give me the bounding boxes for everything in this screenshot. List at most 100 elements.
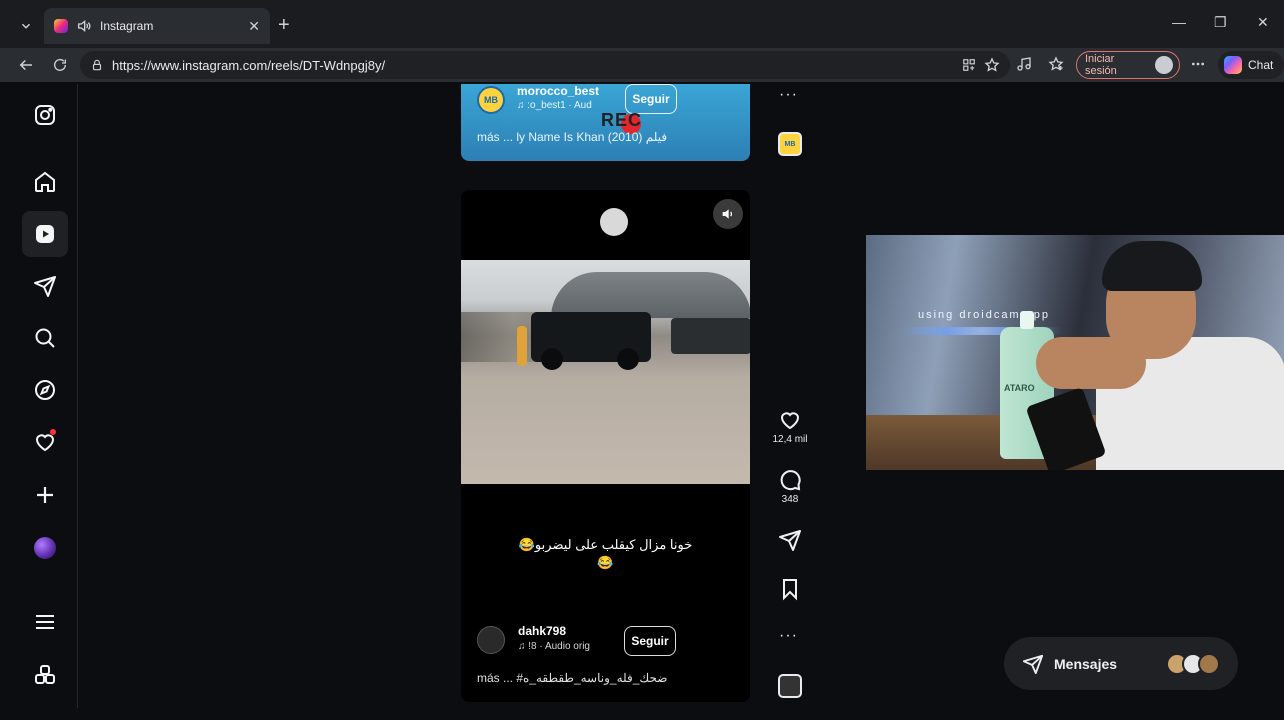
- bottle-pump: [1020, 311, 1034, 329]
- reload-button[interactable]: [48, 54, 72, 76]
- sidebar-item-messages[interactable]: [22, 263, 68, 309]
- reading-view-icon[interactable]: [1016, 56, 1032, 76]
- tab-close-icon[interactable]: ✕: [248, 18, 260, 35]
- plus-icon: [37, 487, 53, 503]
- bottle-label: ATARO: [1004, 383, 1035, 393]
- reel-description[interactable]: más ... #ضحك_فله_وناسه_طقطقه_ه: [477, 671, 737, 685]
- settings-more-icon[interactable]: [1190, 56, 1206, 76]
- app-available-icon[interactable]: [962, 58, 976, 72]
- restore-button[interactable]: ❐: [1214, 14, 1227, 31]
- caption-line-1: خونا مزال كيقلب على ليضربو😂: [518, 537, 693, 552]
- chat-label: Chat: [1248, 58, 1274, 72]
- browser-tab-bar: Instagram ✕ + — ❐ ✕: [0, 0, 1284, 48]
- new-tab-button[interactable]: +: [278, 14, 290, 37]
- send-icon: [779, 530, 801, 551]
- instagram-sidebar: [12, 84, 78, 708]
- back-button[interactable]: [14, 54, 38, 76]
- reel-watermark-logo: [600, 208, 628, 236]
- reel-username[interactable]: dahk798: [518, 624, 566, 638]
- streamer-hand: [1036, 337, 1146, 389]
- notification-dot: [50, 429, 56, 435]
- reel-more-button[interactable]: ···: [779, 627, 798, 645]
- profile-avatar: [34, 537, 56, 559]
- video-trailer: [671, 318, 750, 354]
- profile-avatar-icon: [1155, 56, 1173, 74]
- prev-reel-audio-thumb[interactable]: MB: [778, 132, 802, 156]
- sidebar-item-more[interactable]: [22, 599, 68, 645]
- copilot-icon: [1224, 56, 1242, 74]
- prev-reel-more-button[interactable]: ···: [779, 86, 798, 104]
- search-icon: [35, 328, 55, 348]
- like-count: 12,4 mil: [772, 434, 808, 445]
- chevron-down-icon: [21, 23, 31, 29]
- home-icon: [35, 171, 55, 192]
- streamer: [1036, 241, 1284, 470]
- browser-toolbar: https://www.instagram.com/reels/DT-Wdnpg…: [0, 48, 1284, 82]
- bookmark-icon: [783, 579, 797, 601]
- messages-label: Mensajes: [1054, 655, 1118, 672]
- reel-audio-thumb[interactable]: [778, 674, 802, 698]
- prev-reel-avatar[interactable]: MB: [477, 86, 505, 114]
- arrow-left-icon: [19, 59, 32, 71]
- like-button[interactable]: 12,4 mil: [770, 408, 810, 445]
- messages-avatars: [1166, 652, 1220, 675]
- heart-icon: [780, 412, 800, 430]
- comment-icon: [780, 470, 801, 491]
- save-button[interactable]: [770, 577, 810, 601]
- sidebar-item-home[interactable]: [22, 159, 68, 205]
- comment-count: 348: [781, 494, 799, 505]
- favorites-icon[interactable]: [1048, 56, 1064, 76]
- sign-in-label: Iniciar sesión: [1085, 53, 1117, 77]
- url-text[interactable]: https://www.instagram.com/reels/DT-Wdnpg…: [112, 58, 954, 73]
- reels-icon: [36, 225, 54, 243]
- minimize-button[interactable]: —: [1172, 14, 1186, 30]
- current-reel[interactable]: خونا مزال كيقلب على ليضربو😂 😂 dahk798 ♫ …: [461, 190, 750, 702]
- sidebar-item-reels[interactable]: [22, 211, 68, 257]
- messages-button[interactable]: Mensajes: [1004, 637, 1238, 690]
- prev-reel-audio[interactable]: ♫ :o_best1 · Aud: [517, 100, 592, 111]
- speaker-icon: [722, 209, 733, 219]
- previous-reel[interactable]: MB morocco_best ♫ :o_best1 · Aud Seguir …: [461, 84, 750, 161]
- webcam-overlay: using droidcam.app ATARO: [866, 235, 1284, 470]
- sidebar-item-notifications[interactable]: [22, 419, 68, 465]
- send-icon: [34, 276, 56, 297]
- star-icon[interactable]: [984, 57, 1000, 73]
- reel-audio[interactable]: ♫ !8 · Audio orig: [518, 641, 590, 652]
- send-icon: [1022, 654, 1044, 674]
- menu-icon: [36, 615, 54, 629]
- address-bar[interactable]: https://www.instagram.com/reels/DT-Wdnpg…: [80, 51, 1010, 79]
- sign-in-button[interactable]: Iniciar sesión: [1076, 51, 1180, 79]
- reel-sound-button[interactable]: [713, 199, 743, 229]
- caption-line-2: 😂: [597, 555, 614, 570]
- sidebar-item-search[interactable]: [22, 315, 68, 361]
- reel-author-avatar[interactable]: [477, 626, 505, 654]
- reel-overlay-caption: خونا مزال كيقلب على ليضربو😂 😂: [461, 536, 750, 572]
- prev-reel-username[interactable]: morocco_best: [517, 84, 599, 98]
- led-strip: [866, 327, 1096, 335]
- video-person: [517, 326, 527, 366]
- close-window-button[interactable]: ✕: [1257, 14, 1269, 31]
- tab-title: Instagram: [100, 19, 154, 33]
- copilot-chat-button[interactable]: Chat: [1218, 51, 1284, 79]
- prev-reel-caption[interactable]: más ... ly Name Is Khan (2010) فيلم: [477, 130, 667, 144]
- prev-reel-rec-text: REC: [601, 110, 643, 130]
- sidebar-item-explore[interactable]: [22, 367, 68, 413]
- speaker-icon[interactable]: [76, 18, 92, 34]
- tab-list-dropdown[interactable]: [12, 14, 40, 38]
- reel-video[interactable]: [461, 260, 750, 484]
- sidebar-item-create[interactable]: [22, 472, 68, 518]
- browser-tab-instagram[interactable]: Instagram ✕: [44, 8, 270, 44]
- apps-icon: [35, 665, 55, 684]
- reel-follow-button[interactable]: Seguir: [624, 626, 676, 656]
- comment-button[interactable]: 348: [770, 468, 810, 505]
- compass-icon: [35, 380, 55, 400]
- message-avatar: [1198, 652, 1220, 675]
- sidebar-item-meta-apps[interactable]: [22, 652, 68, 698]
- instagram-favicon-icon: [54, 19, 68, 33]
- video-jeep: [531, 312, 651, 370]
- streamer-cap: [1102, 241, 1202, 291]
- sidebar-item-profile[interactable]: [22, 525, 68, 571]
- instagram-logo-icon[interactable]: [22, 92, 68, 138]
- site-info-icon[interactable]: [90, 58, 104, 72]
- share-button[interactable]: [770, 528, 810, 552]
